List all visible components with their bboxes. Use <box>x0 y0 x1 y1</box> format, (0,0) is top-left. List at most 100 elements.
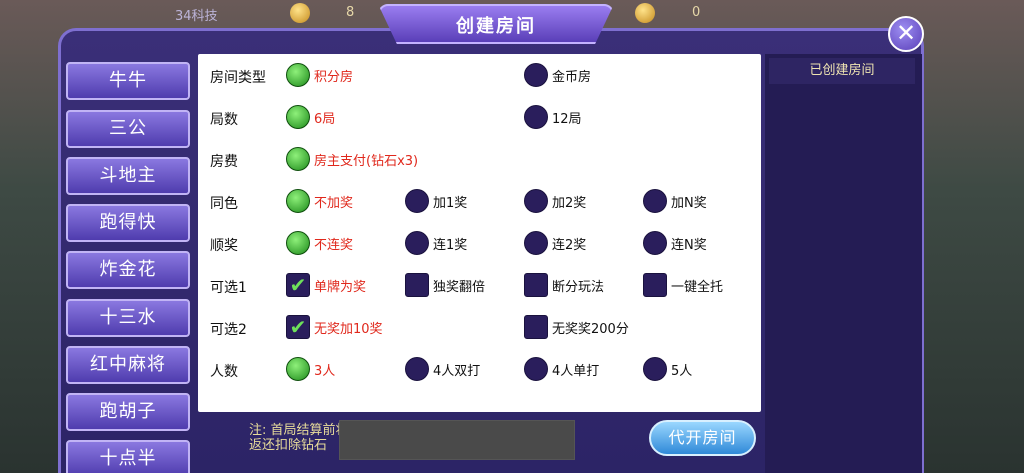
row-label-players: 人数 <box>210 364 238 380</box>
option-label: 3人 <box>314 363 336 379</box>
game-tab-shisanshui[interactable]: 十三水 <box>66 299 190 337</box>
option-chain-2-bonus[interactable]: 连2奖 <box>524 230 586 256</box>
diamond-refund-note: 注: 首局结算前将 返还扣除钻石 <box>249 423 349 453</box>
coin-count: 8 <box>346 5 355 20</box>
game-tab-zhajinhua[interactable]: 炸金花 <box>66 251 190 289</box>
option-label: 断分玩法 <box>552 279 605 295</box>
row-label-same-suit: 同色 <box>210 196 238 212</box>
dialog-titlebar: 创建房间 <box>378 4 614 44</box>
game-tab-niuniu[interactable]: 牛牛 <box>66 62 190 100</box>
option-host-pays[interactable]: 房主支付(钻石x3) <box>286 146 418 172</box>
option-chain-1-bonus[interactable]: 连1奖 <box>405 230 467 256</box>
game-tab-shidianban[interactable]: 十点半 <box>66 440 190 473</box>
option-label: 连2奖 <box>552 237 587 253</box>
note-line-1: 注: 首局结算前将 <box>249 423 349 438</box>
game-tab-paohuzi[interactable]: 跑胡子 <box>66 393 190 431</box>
radio-checked-icon <box>286 63 310 87</box>
created-rooms-panel: 已创建房间 <box>765 54 922 473</box>
radio-unchecked-icon <box>524 231 548 255</box>
radio-checked-icon <box>286 357 310 381</box>
created-rooms-header: 已创建房间 <box>769 58 915 84</box>
option-add-1-bonus[interactable]: 加1奖 <box>405 188 467 214</box>
option-4-players-pairs[interactable]: 4人双打 <box>405 356 480 382</box>
radio-unchecked-icon <box>524 63 548 87</box>
option-auto-play-all[interactable]: 一键全托 <box>643 272 723 298</box>
option-label: 6局 <box>314 111 336 127</box>
option-12-rounds[interactable]: 12局 <box>524 104 582 130</box>
radio-checked-icon <box>286 147 310 171</box>
option-label: 无奖加10奖 <box>314 321 383 337</box>
option-label: 加N奖 <box>671 195 707 211</box>
option-no-bonus-200[interactable]: 无奖奖200分 <box>524 314 629 340</box>
option-label: 连N奖 <box>671 237 707 253</box>
note-backdrop <box>339 420 575 460</box>
game-tab-sangong[interactable]: 三公 <box>66 110 190 148</box>
checkbox-unchecked-icon <box>405 273 429 297</box>
gold-count: 0 <box>692 5 701 20</box>
radio-checked-icon <box>286 231 310 255</box>
coin-icon <box>290 3 310 23</box>
option-label: 4人单打 <box>552 363 600 379</box>
row-label-room-fee: 房费 <box>210 154 238 170</box>
option-chain-n-bonus[interactable]: 连N奖 <box>643 230 707 256</box>
option-3-players[interactable]: 3人 <box>286 356 335 382</box>
note-line-2: 返还扣除钻石 <box>249 438 328 453</box>
checkmark-icon: ✔ <box>286 315 310 339</box>
radio-unchecked-icon <box>405 189 429 213</box>
checkbox-unchecked-icon <box>524 315 548 339</box>
option-label: 无奖奖200分 <box>552 321 629 337</box>
radio-unchecked-icon <box>643 231 667 255</box>
radio-unchecked-icon <box>643 357 667 381</box>
dialog-title: 创建房间 <box>456 16 536 37</box>
option-label: 不加奖 <box>314 195 354 211</box>
row-label-room-type: 房间类型 <box>210 70 266 86</box>
close-button[interactable]: ✕ <box>888 16 924 52</box>
checkmark-icon: ✔ <box>286 273 310 297</box>
game-tab-doudizhu[interactable]: 斗地主 <box>66 157 190 195</box>
row-label-optional-1: 可选1 <box>210 280 247 296</box>
row-label-optional-2: 可选2 <box>210 322 247 338</box>
radio-unchecked-icon <box>405 231 429 255</box>
checkbox-unchecked-icon <box>524 273 548 297</box>
option-label: 金币房 <box>552 69 592 85</box>
option-no-bonus[interactable]: 不加奖 <box>286 188 353 214</box>
option-label: 一键全托 <box>671 279 724 295</box>
option-solo-bonus-double[interactable]: 独奖翻倍 <box>405 272 485 298</box>
radio-unchecked-icon <box>524 105 548 129</box>
game-tab-paodekuai[interactable]: 跑得快 <box>66 204 190 242</box>
room-options-form: 房间类型 积分房 金币房 局数 6局 12局 房费 房主支付(钻石x3) 同色 … <box>198 54 761 412</box>
open-room-for-others-button[interactable]: 代开房间 <box>649 420 756 456</box>
option-label: 不连奖 <box>314 237 354 253</box>
radio-unchecked-icon <box>405 357 429 381</box>
player-id: 34科技 <box>175 9 218 24</box>
option-no-chain-bonus[interactable]: 不连奖 <box>286 230 353 256</box>
option-label: 独奖翻倍 <box>433 279 486 295</box>
option-no-bonus-add-10[interactable]: ✔ 无奖加10奖 <box>286 314 383 340</box>
option-add-n-bonus[interactable]: 加N奖 <box>643 188 707 214</box>
option-points-room[interactable]: 积分房 <box>286 62 353 88</box>
option-add-2-bonus[interactable]: 加2奖 <box>524 188 586 214</box>
option-label: 加1奖 <box>433 195 468 211</box>
row-label-rounds: 局数 <box>210 112 238 128</box>
option-label: 连1奖 <box>433 237 468 253</box>
option-split-score-mode[interactable]: 断分玩法 <box>524 272 604 298</box>
option-label: 积分房 <box>314 69 354 85</box>
option-label: 加2奖 <box>552 195 587 211</box>
row-label-straight-bonus: 顺奖 <box>210 238 238 254</box>
radio-unchecked-icon <box>643 189 667 213</box>
game-type-sidebar: 牛牛 三公 斗地主 跑得快 炸金花 十三水 红中麻将 跑胡子 十点半 <box>66 58 192 473</box>
radio-unchecked-icon <box>524 189 548 213</box>
game-tab-hongzhong-majiang[interactable]: 红中麻将 <box>66 346 190 384</box>
option-label: 5人 <box>671 363 693 379</box>
option-label: 单牌为奖 <box>314 279 367 295</box>
option-5-players[interactable]: 5人 <box>643 356 692 382</box>
option-single-card-bonus[interactable]: ✔ 单牌为奖 <box>286 272 366 298</box>
option-gold-room[interactable]: 金币房 <box>524 62 591 88</box>
option-4-players-solo[interactable]: 4人单打 <box>524 356 599 382</box>
option-label: 4人双打 <box>433 363 481 379</box>
gold-icon <box>635 3 655 23</box>
close-icon: ✕ <box>895 19 917 47</box>
radio-checked-icon <box>286 189 310 213</box>
option-6-rounds[interactable]: 6局 <box>286 104 335 130</box>
checkbox-unchecked-icon <box>643 273 667 297</box>
